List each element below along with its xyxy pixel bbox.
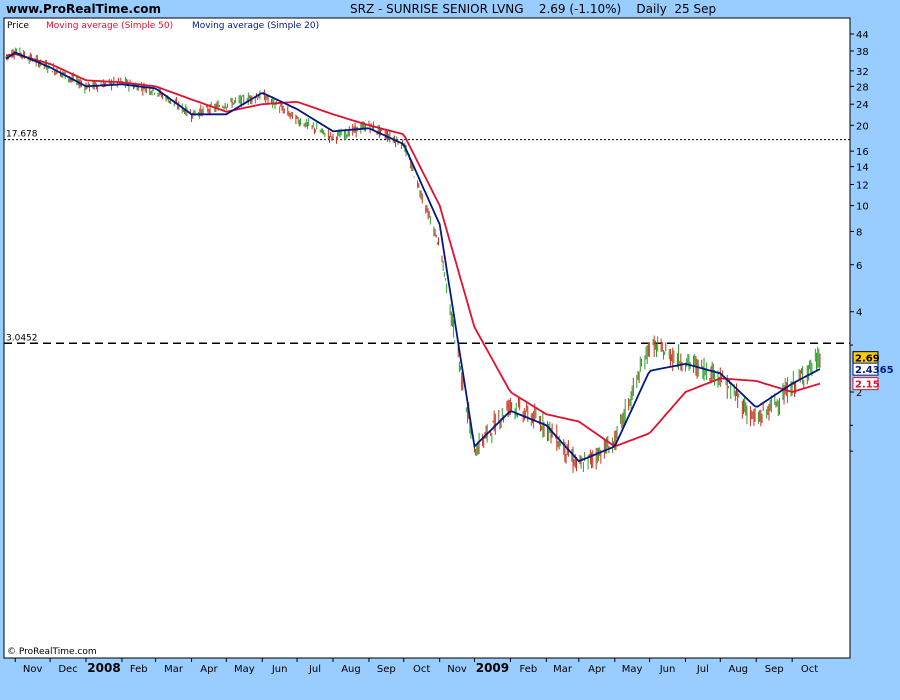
x-tick-label: Dec bbox=[58, 664, 77, 675]
x-tick-label: 2008 bbox=[87, 661, 120, 675]
x-tick-label: May bbox=[622, 664, 643, 675]
legend-ma20: Moving average (Simple 20) bbox=[192, 21, 319, 31]
x-tick-label: Aug bbox=[341, 664, 361, 675]
x-tick-label: Apr bbox=[200, 664, 218, 675]
y-tick-label: 4 bbox=[856, 308, 862, 319]
y-tick-label: 12 bbox=[856, 180, 869, 191]
x-tick-label: Jun bbox=[271, 664, 288, 675]
x-tick-label: Aug bbox=[728, 664, 748, 675]
x-tick-label: Mar bbox=[553, 664, 573, 675]
y-tick-label: 14 bbox=[856, 163, 869, 174]
y-tick-label: 10 bbox=[856, 202, 869, 213]
x-tick-label: Feb bbox=[130, 664, 148, 675]
y-tick-label: 20 bbox=[856, 121, 869, 132]
y-tick-label: 16 bbox=[856, 147, 869, 158]
last-value-labels: 2.692.43652.15 bbox=[852, 351, 894, 391]
y-tick-label: 44 bbox=[856, 30, 869, 41]
level-label: 17.678 bbox=[6, 130, 38, 140]
watermark: © ProRealTime.com bbox=[7, 647, 97, 657]
x-tick-label: Nov bbox=[447, 664, 467, 675]
x-tick-label: Sep bbox=[765, 664, 784, 675]
x-tick-label: Apr bbox=[588, 664, 606, 675]
x-tick-label: 2009 bbox=[476, 661, 509, 675]
x-tick-label: Jul bbox=[308, 664, 321, 675]
last-value-label: 2.4365 bbox=[855, 365, 894, 376]
x-tick-label: Nov bbox=[23, 664, 43, 675]
x-tick-label: Jun bbox=[659, 664, 676, 675]
x-tick-label: Mar bbox=[164, 664, 184, 675]
x-tick-label: Sep bbox=[377, 664, 396, 675]
y-tick-label: 8 bbox=[856, 227, 862, 238]
last-value-label: 2.15 bbox=[855, 380, 880, 391]
y-tick-label: 28 bbox=[856, 82, 869, 93]
x-tick-label: May bbox=[234, 664, 255, 675]
y-tick-label: 38 bbox=[856, 47, 869, 58]
price-chart: www.ProRealTime.com SRZ - SUNRISE SENIOR… bbox=[3, 2, 894, 675]
chart-title: SRZ - SUNRISE SENIOR LVNG 2.69 (-1.10%) … bbox=[350, 2, 716, 16]
plot-area[interactable] bbox=[3, 17, 851, 659]
x-tick-label: Jul bbox=[696, 664, 709, 675]
y-tick-label: 24 bbox=[856, 100, 869, 111]
y-tick-label: 6 bbox=[856, 261, 862, 272]
x-tick-label: Oct bbox=[413, 664, 430, 675]
level-label: 3.0452 bbox=[6, 333, 38, 343]
x-axis: Nov Dec 2008 Feb Mar Apr May Jun Jul Aug Sep Oct Nov… bbox=[14, 658, 818, 675]
legend-price: Price bbox=[7, 21, 29, 31]
site-name[interactable]: www.ProRealTime.com bbox=[6, 2, 161, 16]
y-tick-label: 32 bbox=[856, 67, 869, 78]
x-tick-label: Feb bbox=[520, 664, 538, 675]
legend-ma50: Moving average (Simple 50) bbox=[46, 21, 173, 31]
x-tick-label: Oct bbox=[801, 664, 818, 675]
